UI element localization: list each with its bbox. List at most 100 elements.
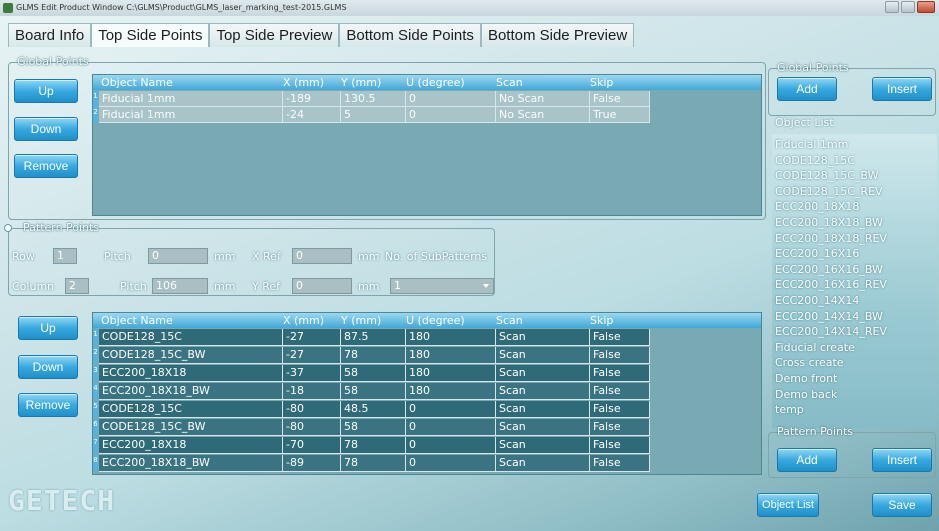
cell-skip[interactable]: False xyxy=(590,347,650,364)
cell-y[interactable]: 5 xyxy=(341,107,406,123)
cell-scan[interactable]: Scan xyxy=(496,365,590,382)
cell-name[interactable]: ECC200_18X18_BW xyxy=(99,455,283,472)
cell-name[interactable]: CODE128_15C xyxy=(99,401,283,418)
list-item[interactable]: Fiducial 1mm xyxy=(775,138,848,151)
table-row[interactable]: 3 ECC200_18X18 -37 58 180 Scan False xyxy=(93,365,761,382)
cell-skip[interactable]: False xyxy=(590,455,650,472)
xref-field[interactable]: 0 xyxy=(292,248,352,264)
cell-scan[interactable]: Scan xyxy=(496,347,590,364)
object-list[interactable]: Object List Fiducial 1mm CODE128_15C CODE1… xyxy=(772,116,937,428)
table-row[interactable]: 1 Fiducial 1mm -189 130.5 0 No Scan Fals… xyxy=(93,91,761,107)
cell-name[interactable]: ECC200_18X18 xyxy=(99,437,283,454)
cell-skip[interactable]: False xyxy=(590,329,650,346)
list-item[interactable]: ECC200_16X16 xyxy=(775,247,859,260)
global-down-button[interactable]: Down xyxy=(14,117,78,141)
tab-top-side-points[interactable]: Top Side Points xyxy=(91,23,210,47)
cell-y[interactable]: 58 xyxy=(341,383,406,400)
cell-x[interactable]: -27 xyxy=(283,329,341,346)
list-item[interactable]: Demo back xyxy=(775,388,837,401)
cell-skip[interactable]: False xyxy=(590,383,650,400)
pattern-remove-button[interactable]: Remove xyxy=(18,393,78,417)
cell-scan[interactable]: Scan xyxy=(496,455,590,472)
pattern-points-table[interactable]: Object Name X (mm) Y (mm) U (degree) Sca… xyxy=(92,312,762,475)
global-add-button[interactable]: Add xyxy=(777,77,837,101)
cell-skip[interactable]: False xyxy=(590,419,650,436)
global-remove-button[interactable]: Remove xyxy=(14,154,78,178)
chevron-down-icon[interactable] xyxy=(483,284,489,288)
cell-scan[interactable]: Scan xyxy=(496,383,590,400)
cell-scan[interactable]: Scan xyxy=(496,419,590,436)
global-points-table[interactable]: Object Name X (mm) Y (mm) U (degree) Sca… xyxy=(92,74,762,216)
cell-u[interactable]: 180 xyxy=(406,329,496,346)
table-row[interactable]: 1 CODE128_15C -27 87.5 180 Scan False xyxy=(93,329,761,346)
cell-u[interactable]: 180 xyxy=(406,347,496,364)
cell-u[interactable]: 0 xyxy=(406,107,496,123)
table-row[interactable]: 2 CODE128_15C_BW -27 78 180 Scan False xyxy=(93,347,761,364)
cell-scan[interactable]: No Scan xyxy=(496,107,590,123)
minimize-button[interactable] xyxy=(885,1,899,13)
pattern-up-button[interactable]: Up xyxy=(18,316,78,340)
cell-x[interactable]: -189 xyxy=(283,91,341,107)
cell-name[interactable]: ECC200_18X18 xyxy=(99,365,283,382)
global-up-button[interactable]: Up xyxy=(14,79,78,103)
pattern-down-button[interactable]: Down xyxy=(18,355,78,379)
list-item[interactable]: CODE128_15C_BW xyxy=(775,169,878,182)
list-item[interactable]: temp xyxy=(775,403,804,416)
table-row[interactable]: 2 Fiducial 1mm -24 5 0 No Scan True xyxy=(93,107,761,123)
cell-u[interactable]: 0 xyxy=(406,455,496,472)
table-row[interactable]: 8 ECC200_18X18_BW -89 78 0 Scan False xyxy=(93,455,761,472)
list-item[interactable]: CODE128_15C xyxy=(775,154,855,167)
cell-scan[interactable]: No Scan xyxy=(496,91,590,107)
save-button[interactable]: Save xyxy=(872,493,932,517)
subpatterns-select[interactable]: 1 xyxy=(390,278,494,294)
cell-name[interactable]: CODE128_15C_BW xyxy=(99,419,283,436)
cell-y[interactable]: 78 xyxy=(341,455,406,472)
cell-y[interactable]: 58 xyxy=(341,419,406,436)
cell-y[interactable]: 78 xyxy=(341,437,406,454)
pattern-insert-button[interactable]: Insert xyxy=(872,448,932,472)
cell-scan[interactable]: Scan xyxy=(496,437,590,454)
cell-name[interactable]: CODE128_15C_BW xyxy=(99,347,283,364)
tab-top-side-preview[interactable]: Top Side Preview xyxy=(209,23,340,47)
cell-y[interactable]: 58 xyxy=(341,365,406,382)
pattern-add-button[interactable]: Add xyxy=(777,448,837,472)
list-item[interactable]: ECC200_16X16_REV xyxy=(775,278,887,291)
cell-u[interactable]: 0 xyxy=(406,437,496,454)
cell-u[interactable]: 0 xyxy=(406,401,496,418)
cell-u[interactable]: 180 xyxy=(406,383,496,400)
cell-x[interactable]: -89 xyxy=(283,455,341,472)
cell-x[interactable]: -27 xyxy=(283,347,341,364)
cell-u[interactable]: 180 xyxy=(406,365,496,382)
list-item[interactable]: ECC200_16X16_BW xyxy=(775,263,883,276)
tab-bottom-side-preview[interactable]: Bottom Side Preview xyxy=(480,23,635,47)
list-item[interactable]: ECC200_14X14_BW xyxy=(775,310,883,323)
cell-u[interactable]: 0 xyxy=(406,419,496,436)
list-item[interactable]: ECC200_18X18 xyxy=(775,200,859,213)
cell-x[interactable]: -70 xyxy=(283,437,341,454)
pattern-points-radio[interactable] xyxy=(4,224,12,232)
cell-skip[interactable]: False xyxy=(590,437,650,454)
column-field[interactable]: 2 xyxy=(65,278,89,294)
cell-skip[interactable]: False xyxy=(590,365,650,382)
global-insert-button[interactable]: Insert xyxy=(872,77,932,101)
list-item[interactable]: Cross create xyxy=(775,356,844,369)
cell-x[interactable]: -80 xyxy=(283,401,341,418)
cell-x[interactable]: -37 xyxy=(283,365,341,382)
cell-x[interactable]: -80 xyxy=(283,419,341,436)
cell-x[interactable]: -24 xyxy=(283,107,341,123)
list-item[interactable]: CODE128_15C_REV xyxy=(775,185,883,198)
cell-name[interactable]: Fiducial 1mm xyxy=(99,107,283,123)
object-list-button[interactable]: Object List xyxy=(757,493,819,517)
list-item[interactable]: ECC200_14X14_REV xyxy=(775,325,887,338)
cell-y[interactable]: 78 xyxy=(341,347,406,364)
cell-name[interactable]: CODE128_15C xyxy=(99,329,283,346)
list-item[interactable]: Demo front xyxy=(775,372,837,385)
tab-board-info[interactable]: Board Info xyxy=(8,23,92,47)
cell-name[interactable]: Fiducial 1mm xyxy=(99,91,283,107)
table-row[interactable]: 6 CODE128_15C_BW -80 58 0 Scan False xyxy=(93,419,761,436)
tab-bottom-side-points[interactable]: Bottom Side Points xyxy=(339,23,481,47)
cell-x[interactable]: -18 xyxy=(283,383,341,400)
table-row[interactable]: 4 ECC200_18X18_BW -18 58 180 Scan False xyxy=(93,383,761,400)
cell-scan[interactable]: Scan xyxy=(496,329,590,346)
maximize-button[interactable] xyxy=(901,1,915,13)
